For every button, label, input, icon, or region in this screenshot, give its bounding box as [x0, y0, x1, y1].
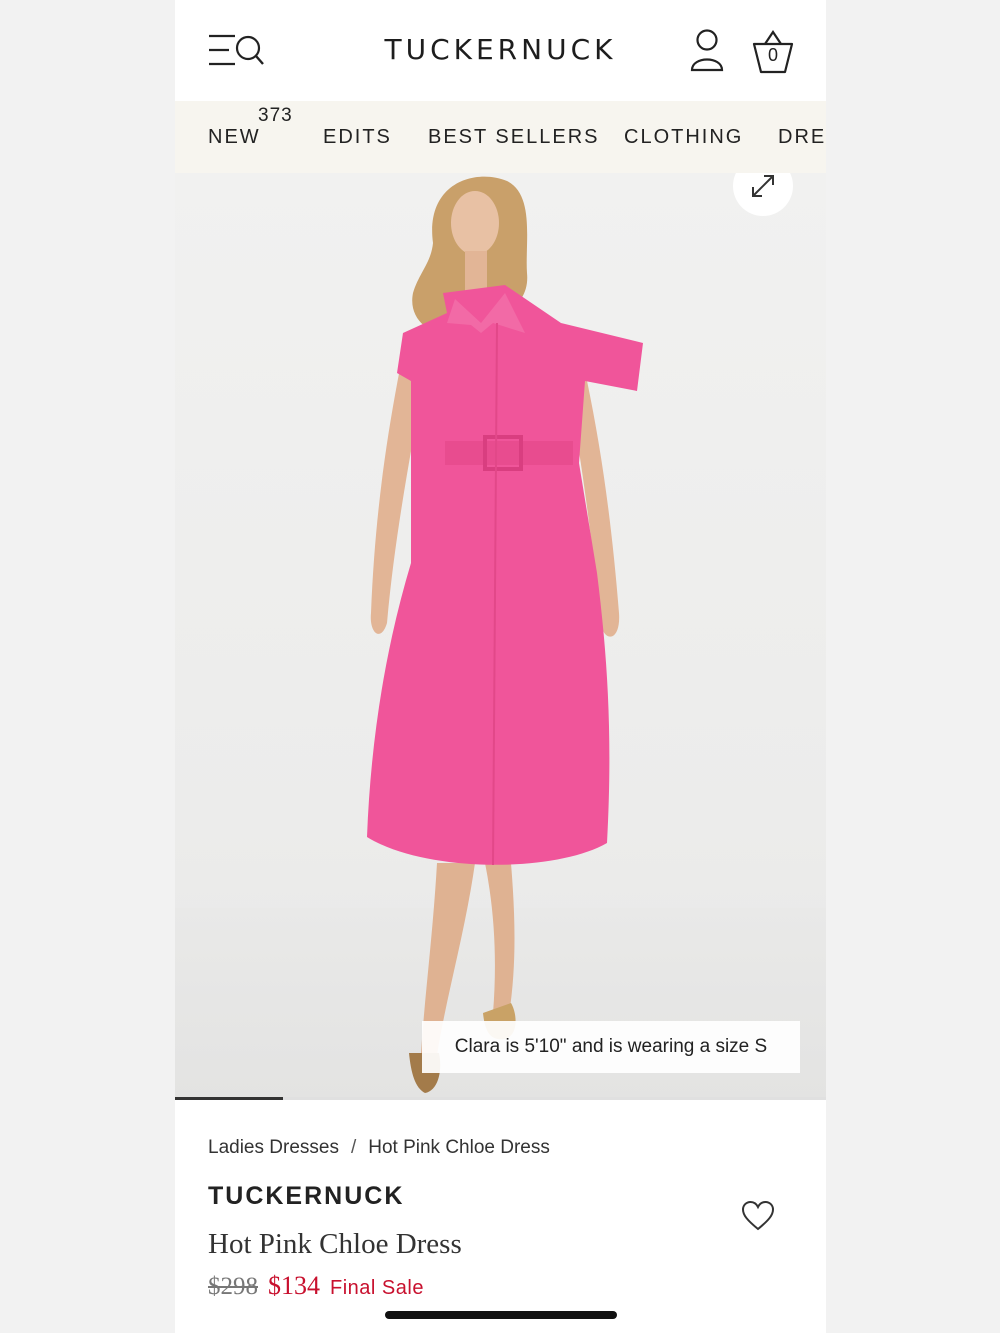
bag-count: 0 — [767, 45, 778, 65]
logo[interactable]: TUCKERNUCK — [175, 30, 826, 70]
heart-icon[interactable] — [741, 1200, 775, 1232]
category-nav: NEW 373 EDITS BEST SELLERS CLOTHING DRES — [175, 101, 826, 173]
nav-item-edits[interactable]: EDITS — [323, 125, 392, 149]
new-count-badge: 373 — [258, 105, 293, 126]
product-image[interactable]: Clara is 5'10" and is wearing a size S — [175, 173, 826, 1100]
breadcrumb: Ladies Dresses / Hot Pink Chloe Dress — [208, 1137, 550, 1159]
model-illustration — [367, 176, 643, 1093]
model-size-caption: Clara is 5'10" and is wearing a size S — [422, 1021, 800, 1073]
expand-button[interactable] — [733, 173, 793, 216]
image-carousel-progress-fill — [175, 1097, 284, 1100]
nav-item-best-sellers[interactable]: BEST SELLERS — [428, 125, 599, 149]
nav-item-dresses[interactable]: DRES — [778, 125, 826, 149]
final-sale-label: Final Sale — [330, 1277, 424, 1299]
image-carousel-progress — [175, 1097, 826, 1100]
nav-item-new[interactable]: NEW — [208, 125, 261, 149]
home-indicator — [385, 1311, 617, 1319]
expand-icon — [752, 175, 774, 197]
breadcrumb-current[interactable]: Hot Pink Chloe Dress — [368, 1137, 550, 1158]
breadcrumb-separator: / — [350, 1137, 357, 1158]
bag-icon[interactable]: 0 — [751, 28, 795, 76]
product-title: Hot Pink Chloe Dress — [208, 1228, 462, 1260]
nav-item-clothing[interactable]: CLOTHING — [624, 125, 743, 149]
breadcrumb-ladies-dresses[interactable]: Ladies Dresses — [208, 1137, 339, 1158]
product-page: TUCKERNUCK 0 NEW 373 EDITS BEST SELLERS … — [175, 0, 826, 1333]
price-row: $298 $134 Final Sale — [208, 1271, 424, 1301]
price-sale: $134 — [268, 1271, 320, 1300]
account-icon[interactable] — [688, 28, 726, 74]
price-original: $298 — [208, 1273, 258, 1300]
header: TUCKERNUCK 0 — [175, 0, 826, 101]
product-brand[interactable]: TUCKERNUCK — [208, 1182, 404, 1211]
